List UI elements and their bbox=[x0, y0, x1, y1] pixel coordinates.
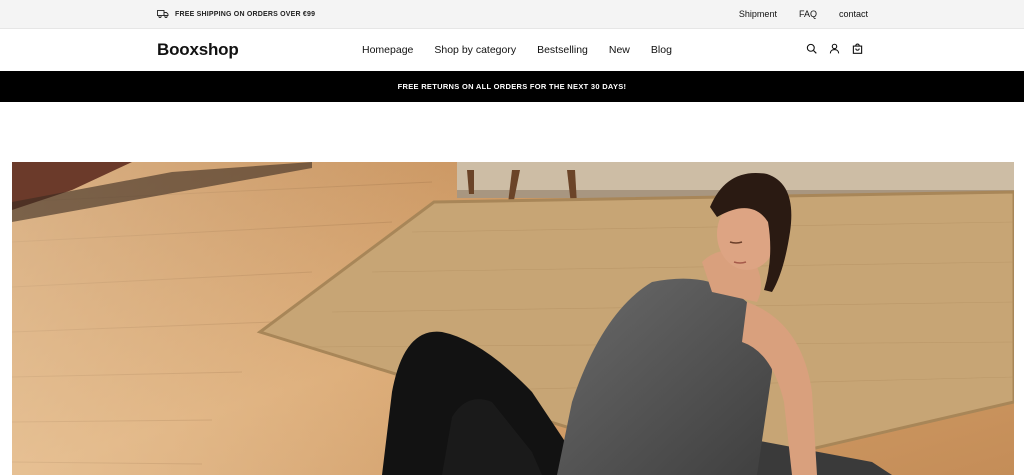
cart-button[interactable] bbox=[851, 42, 864, 55]
shipping-notice: FREE SHIPPING ON ORDERS OVER €99 bbox=[157, 9, 315, 19]
utility-links: Shipment FAQ contact bbox=[717, 9, 868, 19]
hero-image bbox=[12, 162, 1014, 475]
main-nav: Homepage Shop by category Bestselling Ne… bbox=[362, 44, 693, 56]
contact-link[interactable]: contact bbox=[839, 9, 868, 19]
top-utility-bar: FREE SHIPPING ON ORDERS OVER €99 Shipmen… bbox=[0, 0, 1024, 29]
truck-icon bbox=[157, 10, 169, 19]
faq-link[interactable]: FAQ bbox=[799, 9, 817, 19]
nav-shop-by-category[interactable]: Shop by category bbox=[434, 44, 516, 56]
hero-banner bbox=[12, 162, 1014, 475]
search-button[interactable] bbox=[805, 42, 818, 55]
search-icon bbox=[806, 43, 817, 54]
announcement-bar: FREE RETURNS ON ALL ORDERS FOR THE NEXT … bbox=[0, 71, 1024, 102]
shipping-text: FREE SHIPPING ON ORDERS OVER €99 bbox=[175, 10, 316, 18]
announcement-text: FREE RETURNS ON ALL ORDERS FOR THE NEXT … bbox=[397, 82, 627, 91]
nav-bestselling[interactable]: Bestselling bbox=[537, 44, 588, 56]
cart-icon bbox=[852, 43, 863, 54]
nav-blog[interactable]: Blog bbox=[651, 44, 672, 56]
nav-new[interactable]: New bbox=[609, 44, 630, 56]
nav-homepage[interactable]: Homepage bbox=[362, 44, 413, 56]
shipment-link[interactable]: Shipment bbox=[739, 9, 777, 19]
main-header: Booxshop Homepage Shop by category Bests… bbox=[0, 29, 1024, 71]
site-logo[interactable]: Booxshop bbox=[157, 40, 239, 60]
account-icon bbox=[829, 43, 840, 54]
account-button[interactable] bbox=[828, 42, 841, 55]
header-icons bbox=[805, 42, 874, 55]
